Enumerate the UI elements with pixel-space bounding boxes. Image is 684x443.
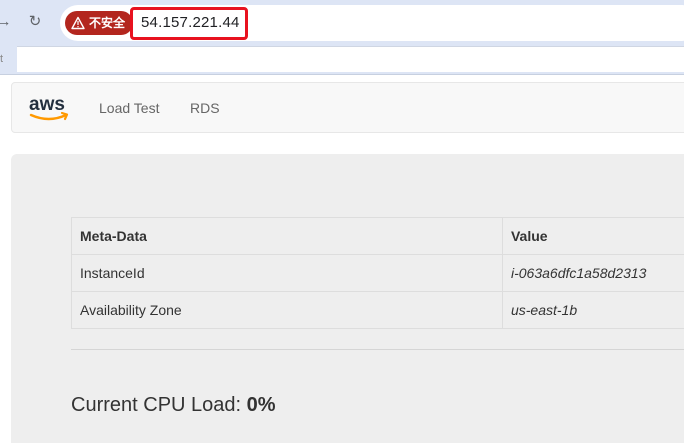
table-row: InstanceId i-063a6dfc1a58d2313 (71, 254, 684, 292)
bookmarks-bar: t (0, 46, 684, 74)
row-value-availability-zone: us-east-1b (501, 291, 684, 329)
reload-icon[interactable]: ↻ (25, 12, 45, 32)
security-chip[interactable]: 不安全 (65, 11, 134, 35)
browser-toolbar: → ↻ 不安全 54.157.221.44 (0, 0, 684, 46)
nav-link-load-test[interactable]: Load Test (99, 100, 159, 116)
cpu-load-value: 0% (246, 394, 276, 416)
metadata-table: Meta-Data Value InstanceId i-063a6dfc1a5… (71, 217, 684, 329)
warning-triangle-icon (71, 16, 85, 30)
toolbar-divider (0, 74, 684, 75)
forward-arrow-icon[interactable]: → (0, 12, 14, 32)
column-header-value: Value (501, 217, 684, 255)
app-navbar: aws Load Test RDS (11, 82, 684, 133)
row-key-availability-zone: Availability Zone (71, 291, 503, 329)
table-row: Availability Zone us-east-1b (71, 291, 684, 329)
nav-link-rds[interactable]: RDS (190, 100, 220, 116)
table-header-row: Meta-Data Value (71, 217, 684, 255)
security-chip-label: 不安全 (89, 16, 126, 30)
bookmark-field[interactable] (17, 46, 684, 72)
address-bar[interactable]: 不安全 54.157.221.44 (60, 5, 684, 41)
url-text[interactable]: 54.157.221.44 (141, 14, 240, 31)
section-divider (71, 349, 684, 350)
column-header-metadata: Meta-Data (71, 217, 503, 255)
content-panel: Meta-Data Value InstanceId i-063a6dfc1a5… (11, 154, 684, 443)
row-value-instance-id: i-063a6dfc1a58d2313 (501, 254, 684, 292)
cpu-load-label: Current CPU Load: (71, 394, 242, 416)
row-key-instance-id: InstanceId (71, 254, 503, 292)
cpu-load-line: Current CPU Load: 0% (71, 394, 276, 417)
aws-logo-text: aws (29, 94, 65, 115)
bookmark-fragment: t (0, 53, 4, 65)
aws-logo[interactable]: aws (28, 93, 72, 123)
